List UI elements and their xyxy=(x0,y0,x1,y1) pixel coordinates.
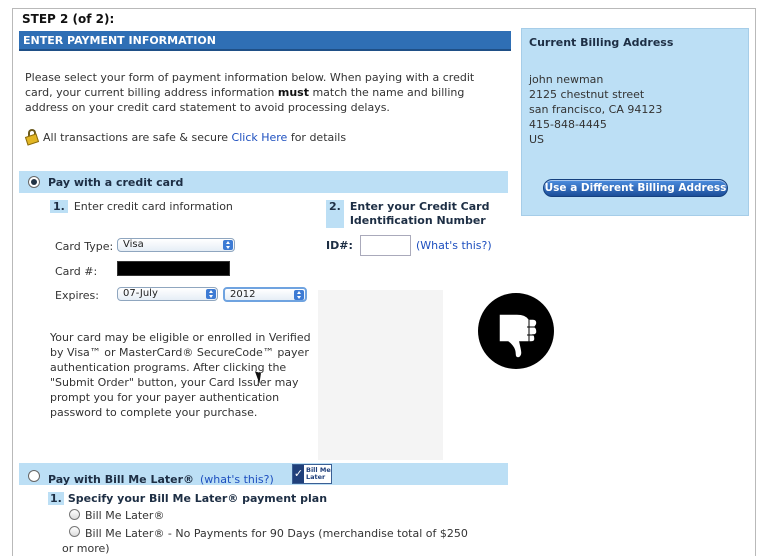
expiry-month-select[interactable]: 07-July xyxy=(117,287,218,301)
lock-icon xyxy=(24,129,40,146)
bill-me-later-logo-text: Bill Me Later xyxy=(304,467,331,481)
select-arrows-icon xyxy=(223,240,233,250)
billing-phone: 415-848-4445 xyxy=(529,118,607,131)
card-id-step-label: Enter your Credit Card Identification Nu… xyxy=(349,200,490,227)
billing-city: san francisco, CA 94123 xyxy=(529,103,663,116)
bml-option-standard-label: Bill Me Later® xyxy=(85,509,165,522)
expires-label: Expires: xyxy=(55,289,99,302)
bml-option-90-days-label: Bill Me Later® - No Payments for 90 Days… xyxy=(62,527,468,555)
thumbs-down-icon xyxy=(477,292,555,370)
billing-address-panel: Current Billing Address john newman 2125… xyxy=(521,28,749,216)
credit-card-label: Pay with a credit card xyxy=(48,176,184,189)
bill-me-later-plan-heading: 1. Specify your Bill Me Later® payment pl… xyxy=(48,492,327,505)
intro-text: Please select your form of payment infor… xyxy=(25,70,505,115)
bml-option-standard-radio[interactable] xyxy=(69,509,80,520)
billing-address-title: Current Billing Address xyxy=(529,36,674,49)
expiry-year-value: 2012 xyxy=(230,289,256,300)
select-arrows-icon xyxy=(294,290,304,300)
card-info-step: 1. Enter credit card information xyxy=(50,200,233,213)
secure-text: All transactions are safe & secure Click… xyxy=(43,131,346,144)
select-arrows-icon xyxy=(206,289,216,299)
card-id-label: ID#: xyxy=(326,239,353,252)
payment-header: ENTER PAYMENT INFORMATION xyxy=(19,31,511,51)
verified-by-visa-text: Your card may be eligible or enrolled in… xyxy=(50,331,311,419)
different-billing-address-button[interactable]: Use a Different Billing Address xyxy=(543,179,728,197)
bill-me-later-plan-number: 1. xyxy=(48,492,64,505)
step-title: STEP 2 (of 2): xyxy=(22,12,115,26)
card-number-input[interactable] xyxy=(117,261,230,276)
bill-me-later-plan-title: Specify your Bill Me Later® payment plan xyxy=(67,492,328,505)
card-number-label: Card #: xyxy=(55,265,98,278)
billing-address: john newman 2125 chestnut street san fra… xyxy=(529,72,662,147)
expiry-year-select[interactable]: 2012 xyxy=(223,287,307,302)
card-id-step-number: 2. xyxy=(326,200,344,228)
secure-text-suffix: for details xyxy=(287,130,347,144)
card-type-label: Card Type: xyxy=(55,240,114,253)
card-type-value: Visa xyxy=(123,239,144,250)
bill-me-later-radio[interactable] xyxy=(28,470,40,482)
card-id-help-link[interactable]: (What's this?) xyxy=(416,239,492,252)
secure-details-link[interactable]: Click Here xyxy=(232,131,288,144)
billing-street: 2125 chestnut street xyxy=(529,88,645,101)
card-type-select[interactable]: Visa xyxy=(117,238,235,252)
card-info-step-number: 1. xyxy=(50,200,68,213)
card-info-step-label: Enter credit card information xyxy=(73,200,233,213)
secure-notice: All transactions are safe & secure Click… xyxy=(24,129,346,146)
content-placeholder-area xyxy=(318,290,443,460)
bill-me-later-help-link[interactable]: (what's this?) xyxy=(200,473,274,486)
secure-text-main: All transactions are safe & secure xyxy=(43,130,232,144)
billing-country: US xyxy=(529,133,545,146)
bill-me-later-logo-line2: Later xyxy=(306,473,326,481)
card-id-input[interactable] xyxy=(360,235,411,256)
expiry-month-value: 07-July xyxy=(123,288,158,299)
credit-card-radio[interactable] xyxy=(28,176,40,188)
billing-name: john newman xyxy=(529,73,604,86)
bill-me-later-logo: ✓ Bill Me Later xyxy=(292,464,332,484)
bill-me-later-label: Pay with Bill Me Later® xyxy=(48,473,195,486)
intro-text-bold: must xyxy=(277,86,309,99)
bill-me-later-check-icon: ✓ xyxy=(293,465,304,483)
card-id-step: 2. Enter your Credit Card Identification … xyxy=(326,200,500,228)
